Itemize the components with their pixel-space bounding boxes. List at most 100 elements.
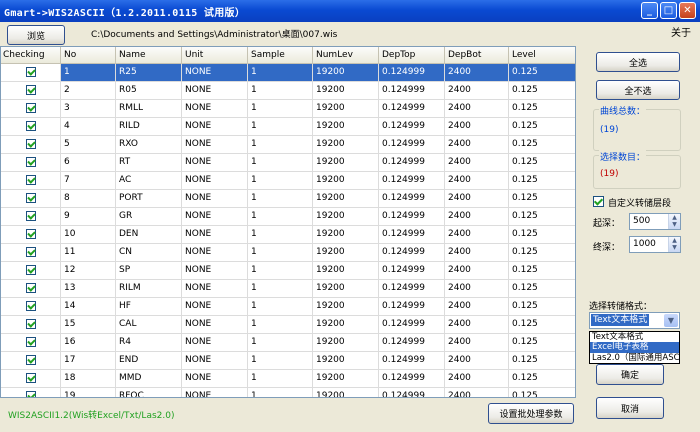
cell-depbot: 2400 bbox=[445, 334, 509, 352]
checkbox-checked-icon[interactable] bbox=[25, 139, 36, 149]
col-header-deptop[interactable]: DepTop bbox=[379, 47, 445, 64]
table-row[interactable]: 9 GR NONE 1 19200 0.124999 2400 0.125 bbox=[1, 208, 575, 226]
cell-depbot: 2400 bbox=[445, 136, 509, 154]
row-checkbox-cell[interactable] bbox=[1, 370, 61, 388]
checkbox-checked-icon[interactable] bbox=[25, 103, 36, 113]
checkbox-checked-icon[interactable] bbox=[25, 85, 36, 95]
cell-deptop: 0.124999 bbox=[379, 370, 445, 388]
maximize-button[interactable]: □ bbox=[660, 2, 677, 19]
row-checkbox-cell[interactable] bbox=[1, 100, 61, 118]
table-row[interactable]: 15 CAL NONE 1 19200 0.124999 2400 0.125 bbox=[1, 316, 575, 334]
checkbox-checked-icon[interactable] bbox=[25, 301, 36, 311]
close-icon: ✕ bbox=[683, 5, 692, 16]
table-row[interactable]: 11 CN NONE 1 19200 0.124999 2400 0.125 bbox=[1, 244, 575, 262]
checkbox-checked-icon[interactable] bbox=[25, 319, 36, 329]
format-dropdown-list[interactable]: Text文本格式 Excel电子表格 Las2.0（国际通用ASC bbox=[589, 331, 680, 364]
row-checkbox-cell[interactable] bbox=[1, 136, 61, 154]
table-row[interactable]: 14 HF NONE 1 19200 0.124999 2400 0.125 bbox=[1, 298, 575, 316]
checkbox-checked-icon[interactable] bbox=[25, 265, 36, 275]
row-checkbox-cell[interactable] bbox=[1, 64, 61, 82]
table-row[interactable]: 7 AC NONE 1 19200 0.124999 2400 0.125 bbox=[1, 172, 575, 190]
end-depth-stepper[interactable]: 1000 ▲ ▼ bbox=[629, 236, 681, 253]
checkbox-checked-icon[interactable] bbox=[25, 229, 36, 239]
row-checkbox-cell[interactable] bbox=[1, 172, 61, 190]
checkbox-checked-icon[interactable] bbox=[25, 67, 36, 77]
chevron-down-icon[interactable]: ▼ bbox=[664, 314, 678, 327]
checkbox-checked-icon[interactable] bbox=[25, 355, 36, 365]
format-option-las[interactable]: Las2.0（国际通用ASC bbox=[590, 353, 679, 363]
cell-sample: 1 bbox=[248, 136, 313, 154]
curve-table[interactable]: Checking No Name Unit Sample NumLev DepT… bbox=[0, 46, 576, 398]
checkbox-checked-icon[interactable] bbox=[25, 391, 36, 397]
col-header-numlev[interactable]: NumLev bbox=[313, 47, 379, 64]
cell-level: 0.125 bbox=[509, 388, 575, 397]
row-checkbox-cell[interactable] bbox=[1, 298, 61, 316]
format-select[interactable]: Text文本格式 ▼ bbox=[589, 312, 680, 329]
table-row[interactable]: 19 RFOC NONE 1 19200 0.124999 2400 0.125 bbox=[1, 388, 575, 397]
cell-no: 12 bbox=[61, 262, 116, 280]
start-depth-stepper[interactable]: 500 ▲ ▼ bbox=[629, 213, 681, 230]
row-checkbox-cell[interactable] bbox=[1, 316, 61, 334]
table-row[interactable]: 12 SP NONE 1 19200 0.124999 2400 0.125 bbox=[1, 262, 575, 280]
table-row[interactable]: 4 RILD NONE 1 19200 0.124999 2400 0.125 bbox=[1, 118, 575, 136]
cell-name: R25 bbox=[116, 64, 182, 82]
table-row[interactable]: 10 DEN NONE 1 19200 0.124999 2400 0.125 bbox=[1, 226, 575, 244]
table-row[interactable]: 18 MMD NONE 1 19200 0.124999 2400 0.125 bbox=[1, 370, 575, 388]
cell-deptop: 0.124999 bbox=[379, 334, 445, 352]
table-row[interactable]: 1 R25 NONE 1 19200 0.124999 2400 0.125 bbox=[1, 64, 575, 82]
col-header-sample[interactable]: Sample bbox=[248, 47, 313, 64]
table-row[interactable]: 3 RMLL NONE 1 19200 0.124999 2400 0.125 bbox=[1, 100, 575, 118]
checkbox-checked-icon[interactable] bbox=[25, 373, 36, 383]
table-row[interactable]: 2 R05 NONE 1 19200 0.124999 2400 0.125 bbox=[1, 82, 575, 100]
about-menu[interactable]: 关于 bbox=[671, 24, 691, 39]
col-header-no[interactable]: No bbox=[61, 47, 116, 64]
table-row[interactable]: 17 END NONE 1 19200 0.124999 2400 0.125 bbox=[1, 352, 575, 370]
ok-button[interactable]: 确定 bbox=[596, 364, 664, 385]
row-checkbox-cell[interactable] bbox=[1, 190, 61, 208]
col-header-level[interactable]: Level bbox=[509, 47, 575, 64]
col-header-unit[interactable]: Unit bbox=[182, 47, 248, 64]
checkbox-checked-icon[interactable] bbox=[25, 121, 36, 131]
format-option-excel[interactable]: Excel电子表格 bbox=[590, 342, 679, 353]
cancel-button[interactable]: 取消 bbox=[596, 397, 664, 419]
checkbox-checked-icon[interactable] bbox=[25, 193, 36, 203]
row-checkbox-cell[interactable] bbox=[1, 352, 61, 370]
row-checkbox-cell[interactable] bbox=[1, 82, 61, 100]
close-button[interactable]: ✕ bbox=[679, 2, 696, 19]
row-checkbox-cell[interactable] bbox=[1, 154, 61, 172]
start-depth-label: 起深： bbox=[593, 219, 621, 229]
browse-button[interactable]: 浏览 bbox=[7, 25, 65, 45]
col-header-name[interactable]: Name bbox=[116, 47, 182, 64]
select-all-button[interactable]: 全选 bbox=[596, 52, 680, 72]
row-checkbox-cell[interactable] bbox=[1, 280, 61, 298]
checkbox-checked-icon[interactable] bbox=[25, 283, 36, 293]
table-row[interactable]: 16 R4 NONE 1 19200 0.124999 2400 0.125 bbox=[1, 334, 575, 352]
row-checkbox-cell[interactable] bbox=[1, 244, 61, 262]
end-depth-spin-icon[interactable]: ▲ ▼ bbox=[668, 237, 680, 252]
minimize-button[interactable]: _ bbox=[641, 2, 658, 19]
cell-depbot: 2400 bbox=[445, 208, 509, 226]
row-checkbox-cell[interactable] bbox=[1, 118, 61, 136]
table-row[interactable]: 5 RXO NONE 1 19200 0.124999 2400 0.125 bbox=[1, 136, 575, 154]
col-header-checking[interactable]: Checking bbox=[1, 47, 61, 64]
deselect-all-button[interactable]: 全不选 bbox=[596, 80, 680, 100]
checkbox-checked-icon[interactable] bbox=[25, 157, 36, 167]
row-checkbox-cell[interactable] bbox=[1, 208, 61, 226]
col-header-depbot[interactable]: DepBot bbox=[445, 47, 509, 64]
table-row[interactable]: 13 RILM NONE 1 19200 0.124999 2400 0.125 bbox=[1, 280, 575, 298]
checkbox-checked-icon[interactable] bbox=[25, 211, 36, 221]
row-checkbox-cell[interactable] bbox=[1, 226, 61, 244]
table-row[interactable]: 8 PORT NONE 1 19200 0.124999 2400 0.125 bbox=[1, 190, 575, 208]
table-row[interactable]: 6 RT NONE 1 19200 0.124999 2400 0.125 bbox=[1, 154, 575, 172]
row-checkbox-cell[interactable] bbox=[1, 334, 61, 352]
row-checkbox-cell[interactable] bbox=[1, 262, 61, 280]
row-checkbox-cell[interactable] bbox=[1, 388, 61, 397]
checkbox-checked-icon[interactable] bbox=[25, 175, 36, 185]
cell-unit: NONE bbox=[182, 172, 248, 190]
custom-depth-checkbox[interactable] bbox=[593, 196, 604, 207]
format-option-text[interactable]: Text文本格式 bbox=[590, 332, 679, 342]
start-depth-spin-icon[interactable]: ▲ ▼ bbox=[668, 214, 680, 229]
checkbox-checked-icon[interactable] bbox=[25, 247, 36, 257]
batch-settings-button[interactable]: 设置批处理参数 bbox=[488, 403, 574, 424]
checkbox-checked-icon[interactable] bbox=[25, 337, 36, 347]
